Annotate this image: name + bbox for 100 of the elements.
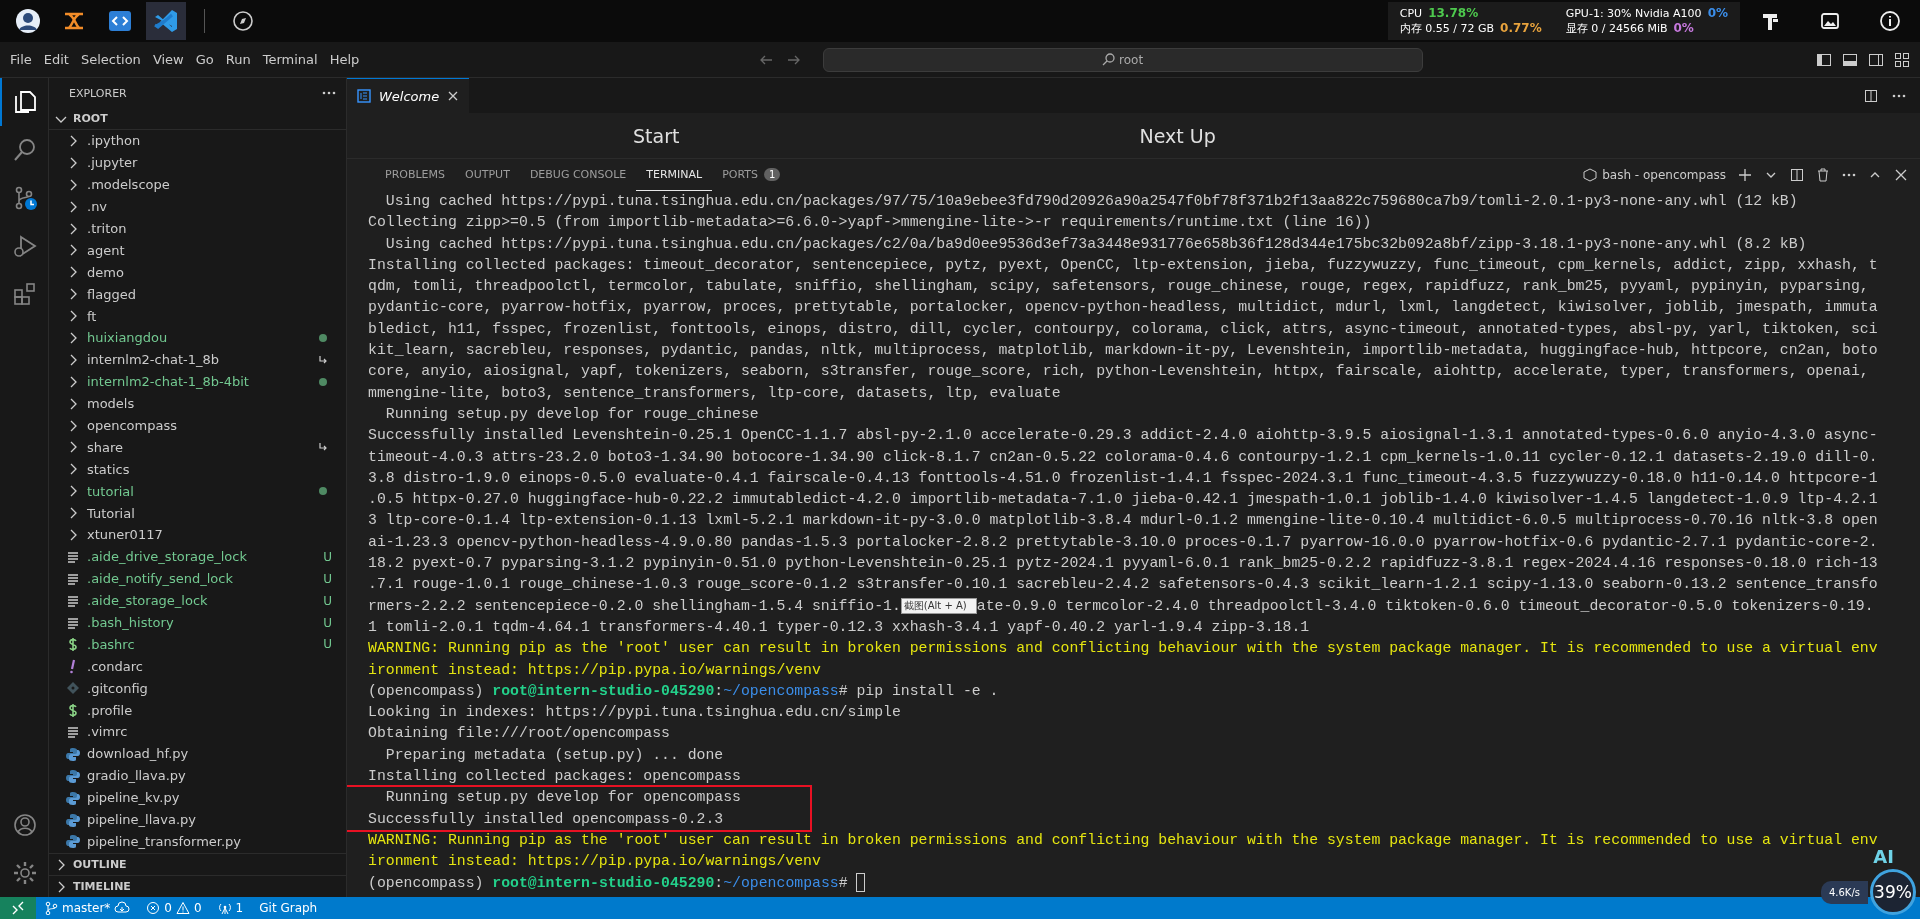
files-icon[interactable]: [12, 89, 38, 115]
explorer-folder-row[interactable]: agent: [49, 239, 346, 262]
explorer-file-row[interactable]: .condarc: [49, 655, 346, 678]
explorer-file-row[interactable]: download_hf.py: [49, 742, 346, 765]
terminal-box-icon: [1583, 168, 1598, 182]
explorer-folder-row[interactable]: models: [49, 392, 346, 415]
stat-value: 0%: [1707, 6, 1728, 21]
git-status-label: U: [323, 593, 332, 608]
explorer-folder-row[interactable]: ft: [49, 305, 346, 327]
remote-icon[interactable]: [11, 901, 25, 915]
explorer-file-row[interactable]: .vimrc: [49, 721, 346, 743]
stat-value: 0.77%: [1500, 21, 1542, 36]
explorer-folder-row[interactable]: tutorial: [49, 480, 346, 503]
explorer-folder-row[interactable]: internlm2-chat-1_8b-4bit: [49, 370, 346, 393]
explorer-file-row[interactable]: pipeline_transformer.py: [49, 830, 346, 853]
item-label: .aide_notify_send_lock: [87, 571, 234, 587]
command-center-field[interactable]: root: [822, 47, 1423, 72]
menu-item[interactable]: Edit: [37, 46, 75, 73]
network-speed: 4.6K/s: [1820, 880, 1868, 904]
more-icon[interactable]: [1892, 93, 1906, 98]
extensions-icon[interactable]: [12, 281, 38, 307]
account-icon[interactable]: [12, 812, 38, 838]
menu-item[interactable]: Selection: [74, 46, 147, 73]
menu-item[interactable]: View: [146, 46, 190, 73]
search-icon: [1102, 53, 1116, 66]
explorer-file-row[interactable]: .gitconfig: [49, 677, 346, 700]
terminal-line: timeout-4.0.3 attrs-23.2.0 boto3-1.34.90 botocore-1.34.90 click-8.1.7 cn2an-0.5.22 colorama-0.4.6 contourpy-1.2.1 cpm_kernels-1.0.11 cycler-0.12.1 datasets-2.19.0 dill-0.: [368, 447, 1878, 467]
explorer-folder-row[interactable]: statics: [49, 458, 346, 481]
explorer-folder-row[interactable]: Tutorial: [49, 502, 346, 525]
item-label: ft: [87, 308, 98, 324]
explorer-file-row[interactable]: pipeline_kv.py: [49, 786, 346, 809]
image-icon[interactable]: [1819, 10, 1841, 32]
explorer-folder-row[interactable]: .triton: [49, 217, 346, 240]
explorer-folder-row[interactable]: xtuner0117: [49, 524, 346, 546]
explorer-folder-row[interactable]: opencompass: [49, 414, 346, 437]
git-graph-button[interactable]: Git Graph: [251, 897, 326, 919]
info-icon[interactable]: [1879, 10, 1901, 32]
explorer-file-row[interactable]: gradio_llava.py: [49, 764, 346, 787]
panel-tab[interactable]: TERMINAL: [636, 159, 713, 191]
close-icon[interactable]: [1894, 168, 1908, 182]
explorer-file-row[interactable]: .aide_storage_lock U: [49, 589, 346, 612]
more-icon[interactable]: [322, 91, 336, 95]
item-label: demo: [87, 264, 125, 280]
layout-icon[interactable]: [1816, 51, 1832, 68]
git-status-label: U: [323, 637, 332, 652]
menu-item[interactable]: File: [4, 46, 38, 73]
terminal-line: pydantic-core, pyarrow-hotfix, pyarrow, proces, prettytable, portalocker, opencv-python-headless, multidict, mdurl, lxml, langdetect, kiwisolver, joblib, jmespath, immuta: [368, 298, 1878, 318]
stat-label: 显存 0 / 24566 MiB: [1565, 21, 1668, 36]
explorer-folder-row[interactable]: share: [49, 436, 346, 459]
explorer-file-row[interactable]: .profile: [49, 699, 346, 722]
explorer-folder-row[interactable]: demo: [49, 261, 346, 284]
plus-icon[interactable]: [1738, 168, 1752, 182]
layout-icon[interactable]: [1842, 51, 1858, 68]
terminal-line: ai-1.23.3 opencv-python-headless-4.9.0.80 pandas-1.5.3 portalocker-2.8.2 prettytable-3.10.0 proces-0.1.7 pyarrow-16.0.0 pyarrow-hotfix-0.6 pydantic-2.7.1 pydantic-core-2.: [368, 532, 1878, 552]
explorer-file-row[interactable]: pipeline_llava.py: [49, 808, 346, 831]
explorer-folder-row[interactable]: flagged: [49, 283, 346, 306]
panel-tab[interactable]: DEBUG CONSOLE: [519, 159, 637, 191]
explorer-file-row[interactable]: .bash_history U: [49, 611, 346, 634]
panel-tab[interactable]: PORTS 1: [712, 159, 791, 191]
command-center-text: root: [1119, 52, 1144, 67]
explorer-file-row[interactable]: .aide_notify_send_lock U: [49, 567, 346, 590]
count-badge: 1: [764, 168, 781, 181]
explorer-folder-row[interactable]: huixiangdou: [49, 327, 346, 349]
menu-item[interactable]: Go: [189, 46, 220, 73]
close-icon[interactable]: [447, 90, 460, 102]
explorer-folder-row[interactable]: .ipython: [49, 130, 346, 152]
search-icon[interactable]: [12, 137, 38, 163]
trash-icon[interactable]: [1816, 168, 1830, 182]
explorer-folder-row[interactable]: .modelscope: [49, 173, 346, 196]
problems-button[interactable]: 0 0: [138, 897, 210, 919]
run-debug-icon[interactable]: [12, 233, 38, 259]
terminal-name[interactable]: bash - opencompass: [1602, 168, 1726, 182]
item-label: .nv: [87, 199, 109, 215]
section-label: TIMELINE: [73, 880, 131, 893]
panel-tab[interactable]: PROBLEMS: [375, 159, 456, 191]
text-file-icon: [65, 724, 81, 740]
layout-icon[interactable]: [1868, 51, 1884, 68]
branch-button[interactable]: master*: [36, 897, 139, 919]
ports-button[interactable]: 1: [209, 897, 252, 919]
explorer-folder-row[interactable]: .jupyter: [49, 151, 346, 174]
menu-item[interactable]: Terminal: [256, 46, 324, 73]
prompt-path: ~/opencompass: [723, 682, 839, 699]
explorer-file-row[interactable]: .aide_drive_storage_lock U: [49, 545, 346, 568]
root-folder-header[interactable]: ROOT: [49, 108, 346, 130]
item-label: download_hf.py: [87, 746, 190, 762]
settings-icon[interactable]: [12, 860, 38, 886]
menu-item[interactable]: Help: [323, 46, 366, 73]
item-label: .aide_storage_lock: [87, 593, 209, 609]
menu-item[interactable]: Run: [219, 46, 257, 73]
explorer-folder-row[interactable]: internlm2-chat-1_8b: [49, 348, 346, 371]
panel-tab[interactable]: OUTPUT: [455, 159, 520, 191]
split-editor-icon[interactable]: [1864, 88, 1878, 103]
split-terminal-icon[interactable]: [1790, 168, 1804, 182]
editor-tab[interactable]: Welcome: [347, 78, 470, 113]
explorer-folder-row[interactable]: .nv: [49, 195, 346, 218]
terminal-line: Using cached https://pypi.tuna.tsinghua.edu.cn/packages/c2/0a/ba9d0ee9536d3ef73a3448e931776e658b36f128d344e175bc32b092a8bf/zipp-3.18.1-py3-none-any.whl (8.2 kB): [384, 234, 1807, 254]
collapsed-section-header[interactable]: OUTLINE: [49, 853, 346, 875]
layout-icon[interactable]: [1894, 51, 1910, 68]
terminal-line: 18.2 pyext-0.7 pyparsing-3.1.2 pypinyin-0.51.0 python-Levenshtein-0.25.1 pytz-2024.1 pyyaml-6.0.1 rank_bm25-0.2.2 rapidfuzz-3.8.1 regex-2024.4.16 responses-0.18.0 rich-13: [368, 554, 1878, 574]
explorer-file-row[interactable]: .bashrc U: [49, 633, 346, 656]
